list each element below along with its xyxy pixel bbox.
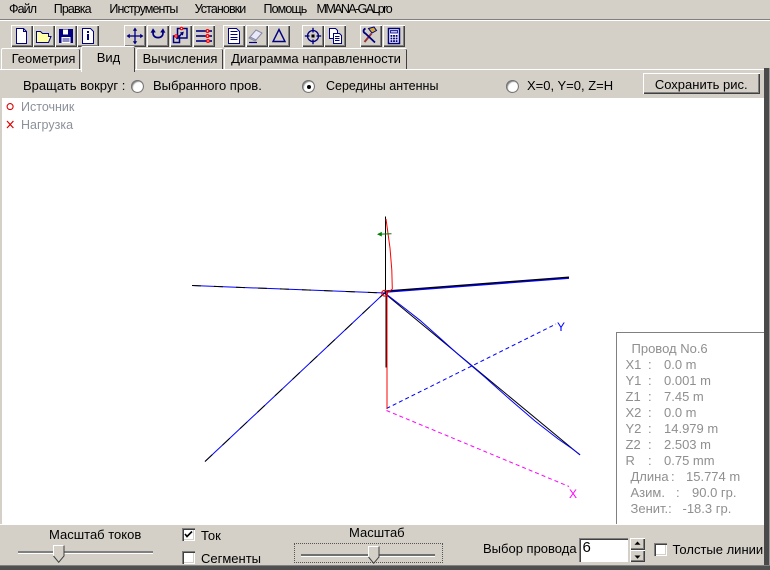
svg-text:Z1:7.45 m: Z1:7.45 m xyxy=(626,389,704,404)
svg-text:Y1:0.001 m: Y1:0.001 m xyxy=(626,373,711,388)
svg-text:Провод No.6: Провод No.6 xyxy=(632,341,708,356)
svg-text:Нагрузка: Нагрузка xyxy=(21,118,73,132)
svg-text:Y2:14.979 m: Y2:14.979 m xyxy=(626,421,719,436)
svg-text:Y: Y xyxy=(557,320,565,334)
svg-text:X: X xyxy=(569,487,577,501)
svg-text:Источник: Источник xyxy=(21,100,75,114)
svg-text:Z2:2.503 m: Z2:2.503 m xyxy=(626,437,711,452)
svg-text:Длина:15.774 m: Длина:15.774 m xyxy=(631,469,741,484)
